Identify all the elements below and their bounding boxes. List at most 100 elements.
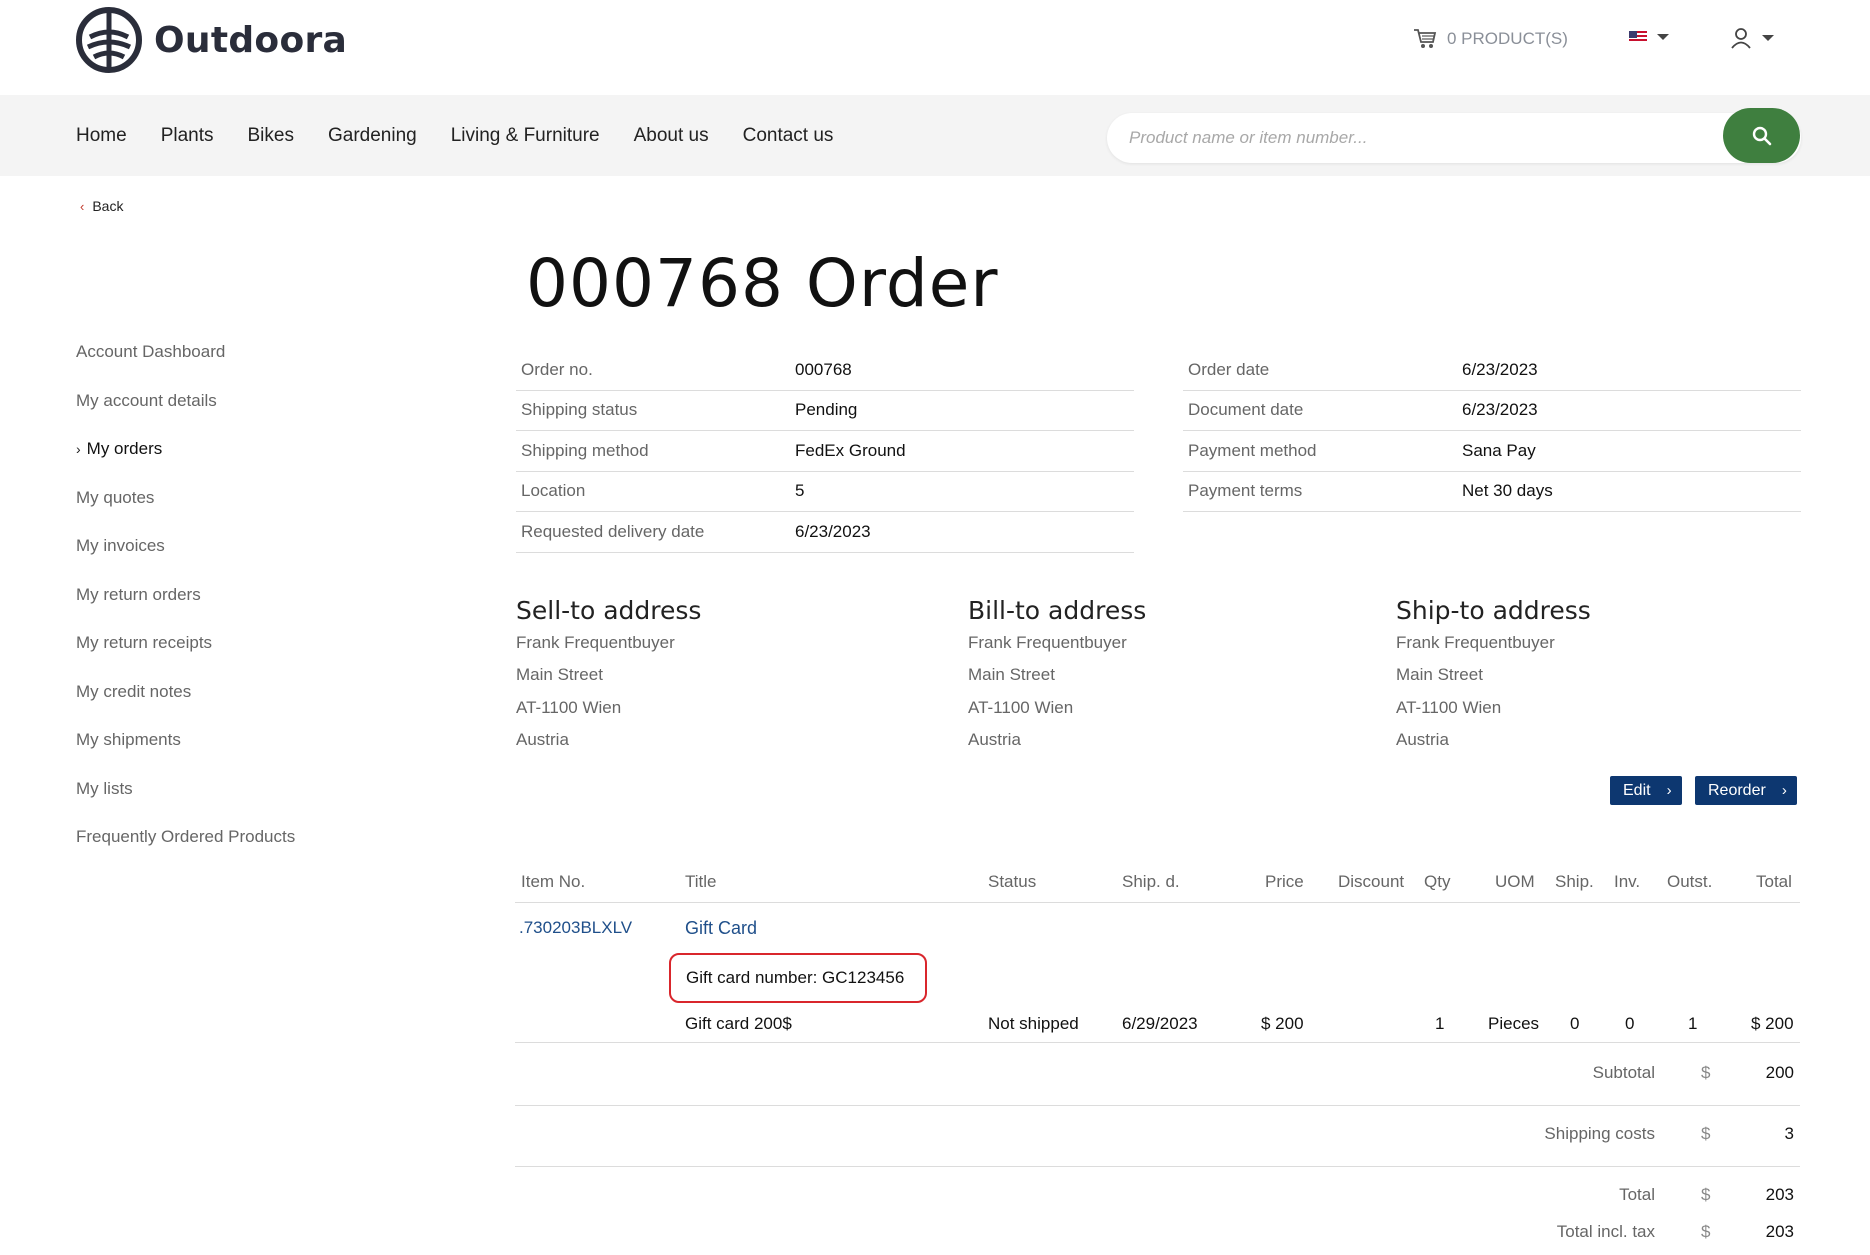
back-link[interactable]: ‹ Back bbox=[80, 198, 123, 214]
bill-to-address: Bill-to address Frank Frequentbuyer Main… bbox=[968, 596, 1146, 760]
totals-value: 3 bbox=[1784, 1124, 1794, 1143]
address-line: Main Street bbox=[968, 665, 1055, 685]
sidebar-item-my-orders[interactable]: › My orders bbox=[76, 437, 295, 486]
info-value: 5 bbox=[795, 481, 805, 501]
address-line: Austria bbox=[1396, 729, 1449, 749]
address-line: Frank Frequentbuyer bbox=[968, 633, 1127, 652]
address-title: Bill-to address bbox=[968, 596, 1147, 625]
sidebar-item-my-return-receipts[interactable]: My return receipts bbox=[76, 631, 295, 680]
sidebar-item-my-quotes[interactable]: My quotes bbox=[76, 486, 295, 535]
chevron-down-icon bbox=[1657, 34, 1669, 40]
line-uom: Pieces bbox=[1488, 1014, 1540, 1033]
line-price: $ 200 bbox=[1261, 1014, 1304, 1033]
totals-row-subtotal: Subtotal $ 200 bbox=[515, 1045, 1800, 1106]
order-lines-table: Item No. Title Status Ship. d. Price Dis… bbox=[515, 860, 1800, 1043]
totals-row-total: Total $ 203 bbox=[515, 1167, 1800, 1204]
product-title-link[interactable]: Gift Card bbox=[685, 918, 757, 939]
language-selector[interactable] bbox=[1629, 31, 1669, 43]
nav-home[interactable]: Home bbox=[76, 125, 127, 147]
nav-about-us[interactable]: About us bbox=[634, 125, 709, 147]
address-line: Austria bbox=[516, 729, 569, 749]
variant-name: Gift card 200$ bbox=[685, 1014, 792, 1033]
address-title: Ship-to address bbox=[1396, 596, 1591, 625]
gift-card-number-highlight: Gift card number: GC123456 bbox=[669, 953, 927, 1003]
account-menu[interactable] bbox=[1730, 27, 1774, 49]
address-line: Main Street bbox=[516, 665, 603, 685]
info-label: Payment terms bbox=[1188, 481, 1303, 501]
back-label: Back bbox=[92, 198, 124, 214]
info-row-location: Location 5 bbox=[516, 472, 1134, 512]
column-header-qty: Qty bbox=[1424, 872, 1451, 891]
page-title: 000768 Order bbox=[526, 245, 999, 322]
sidebar-item-account-dashboard[interactable]: Account Dashboard bbox=[76, 340, 295, 389]
nav-bikes[interactable]: Bikes bbox=[248, 125, 294, 147]
info-value: FedEx Ground bbox=[795, 440, 906, 460]
sidebar-item-account-details[interactable]: My account details bbox=[76, 389, 295, 438]
column-header-outstanding: Outst. bbox=[1667, 872, 1713, 891]
info-row-shipping-method: Shipping method FedEx Ground bbox=[516, 431, 1134, 472]
brand-logo[interactable]: Outdoora bbox=[76, 7, 347, 73]
totals-value: 200 bbox=[1765, 1063, 1794, 1082]
line-qty: 1 bbox=[1435, 1014, 1445, 1033]
sidebar-item-my-shipments[interactable]: My shipments bbox=[76, 728, 295, 777]
order-info-right: Order date 6/23/2023 Document date 6/23/… bbox=[1183, 350, 1801, 512]
reorder-button[interactable]: Reorder › bbox=[1695, 776, 1797, 805]
info-label: Payment method bbox=[1188, 440, 1317, 460]
chevron-right-icon: › bbox=[76, 441, 81, 457]
column-header-total: Total bbox=[1756, 872, 1792, 891]
info-label: Order date bbox=[1188, 359, 1270, 379]
item-number-link[interactable]: .730203BLXLV bbox=[519, 918, 632, 938]
gift-card-number: Gift card number: GC123456 bbox=[686, 968, 905, 987]
nav-contact-us[interactable]: Contact us bbox=[743, 125, 834, 147]
info-row-order-no: Order no. 000768 bbox=[516, 350, 1134, 391]
totals-row-total-incl-tax: Total incl. tax $ 203 bbox=[515, 1204, 1800, 1241]
us-flag-icon bbox=[1629, 31, 1647, 43]
reorder-label: Reorder bbox=[1708, 781, 1766, 799]
user-icon bbox=[1731, 28, 1751, 49]
info-row-requested-delivery-date: Requested delivery date 6/23/2023 bbox=[516, 512, 1134, 553]
info-value: Sana Pay bbox=[1462, 440, 1536, 460]
nav-plants[interactable]: Plants bbox=[161, 125, 214, 147]
top-header: Outdoora 0 PRODUCT(S) bbox=[0, 0, 1870, 95]
info-value: 6/23/2023 bbox=[795, 521, 871, 541]
account-sidebar: Account Dashboard My account details › My… bbox=[76, 340, 295, 874]
address-line: Frank Frequentbuyer bbox=[1396, 633, 1555, 652]
info-label: Document date bbox=[1188, 400, 1304, 420]
table-header: Item No. Title Status Ship. d. Price Dis… bbox=[515, 860, 1800, 903]
totals-currency: $ bbox=[1701, 1185, 1711, 1204]
info-row-order-date: Order date 6/23/2023 bbox=[1183, 350, 1801, 391]
edit-button[interactable]: Edit › bbox=[1610, 776, 1682, 805]
info-value: 6/23/2023 bbox=[1462, 400, 1538, 420]
column-header-ship-date: Ship. d. bbox=[1122, 872, 1180, 891]
sidebar-item-label: My orders bbox=[86, 439, 163, 458]
column-header-status: Status bbox=[988, 872, 1037, 891]
totals-currency: $ bbox=[1701, 1222, 1711, 1241]
table-row: .730203BLXLV Gift Card Gift card number:… bbox=[515, 903, 1800, 1043]
info-label: Shipping method bbox=[521, 440, 649, 460]
sidebar-item-my-invoices[interactable]: My invoices bbox=[76, 534, 295, 583]
ship-to-address: Ship-to address Frank Frequentbuyer Main… bbox=[1396, 596, 1591, 760]
search-icon bbox=[1752, 126, 1771, 145]
line-invoiced: 0 bbox=[1625, 1014, 1635, 1033]
column-header-uom: UOM bbox=[1495, 872, 1535, 891]
totals-value: 203 bbox=[1765, 1222, 1794, 1241]
sidebar-item-my-credit-notes[interactable]: My credit notes bbox=[76, 680, 295, 729]
main-nav: Home Plants Bikes Gardening Living & Fur… bbox=[76, 125, 867, 147]
address-line: AT-1100 Wien bbox=[1396, 697, 1502, 717]
nav-gardening[interactable]: Gardening bbox=[328, 125, 417, 147]
sell-to-address: Sell-to address Frank Frequentbuyer Main… bbox=[516, 596, 701, 760]
nav-living-furniture[interactable]: Living & Furniture bbox=[451, 125, 600, 147]
search-input[interactable] bbox=[1129, 113, 1719, 163]
cart-summary[interactable]: 0 PRODUCT(S) bbox=[1413, 28, 1568, 50]
info-label: Order no. bbox=[521, 359, 593, 379]
line-status: Not shipped bbox=[988, 1014, 1079, 1033]
sidebar-item-my-return-orders[interactable]: My return orders bbox=[76, 583, 295, 632]
search-button[interactable] bbox=[1723, 108, 1800, 163]
sidebar-item-my-lists[interactable]: My lists bbox=[76, 777, 295, 826]
line-shipped: 0 bbox=[1570, 1014, 1580, 1033]
column-header-discount: Discount bbox=[1338, 872, 1405, 891]
totals-currency: $ bbox=[1701, 1124, 1711, 1143]
info-value: 6/23/2023 bbox=[1462, 359, 1538, 379]
sidebar-item-frequently-ordered[interactable]: Frequently Ordered Products bbox=[76, 825, 295, 874]
logo-icon bbox=[76, 7, 142, 73]
